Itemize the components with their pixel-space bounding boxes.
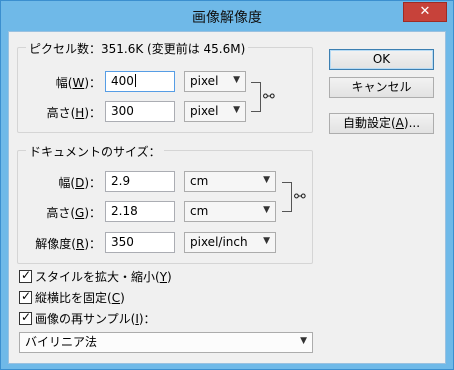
pixel-dimensions-heading: ピクセル数：351.6K (変更前は 45.6M) <box>26 40 249 57</box>
constrain-proportions-checkbox[interactable]: ✓ 縦横比を固定(C) <box>19 289 125 305</box>
link-icon: ⚯ <box>294 189 306 205</box>
close-icon: ✕ <box>419 4 431 19</box>
dialog-title: 画像解像度 <box>192 10 262 26</box>
link-icon: ⚯ <box>263 89 275 105</box>
doc-height-unit-select[interactable]: cm ▼ <box>184 201 276 222</box>
title-bar[interactable]: 画像解像度 ✕ <box>1 1 453 31</box>
doc-width-unit-select[interactable]: cm ▼ <box>184 171 276 192</box>
chevron-down-icon: ▼ <box>233 105 240 115</box>
doc-width-input[interactable]: 2.9 <box>105 171 175 192</box>
pixel-height-unit-select[interactable]: pixel ▼ <box>184 101 246 122</box>
pixel-width-unit-select[interactable]: pixel ▼ <box>184 71 246 92</box>
auto-button[interactable]: 自動設定(A)... <box>329 113 434 134</box>
chevron-down-icon: ▼ <box>263 175 270 185</box>
dialog-window: 画像解像度 ✕ ピクセル数：351.6K (変更前は 45.6M) 幅(W)： … <box>0 0 454 370</box>
checkmark-icon: ✓ <box>21 289 32 303</box>
chevron-down-icon: ▼ <box>233 75 240 85</box>
pixel-link-bracket <box>251 82 261 112</box>
doc-link-bracket <box>282 182 292 212</box>
pixel-height-label: 高さ(H)： <box>46 106 101 120</box>
dialog-client: ピクセル数：351.6K (変更前は 45.6M) 幅(W)： 400 pixe… <box>8 31 446 364</box>
checkmark-icon: ✓ <box>21 268 32 282</box>
resolution-input[interactable]: 350 <box>105 232 175 253</box>
resolution-label: 解像度(R)： <box>35 237 101 251</box>
document-size-heading: ドキュメントのサイズ： <box>26 143 164 160</box>
pixel-width-input[interactable]: 400 <box>105 71 175 92</box>
chevron-down-icon: ▼ <box>263 236 270 246</box>
doc-width-label: 幅(D)： <box>58 176 101 190</box>
chevron-down-icon: ▼ <box>300 336 307 346</box>
close-button[interactable]: ✕ <box>403 2 447 22</box>
resample-checkbox[interactable]: ✓ 画像の再サンプル(I)： <box>19 310 156 326</box>
ok-button[interactable]: OK <box>329 49 434 70</box>
resolution-unit-select[interactable]: pixel/inch ▼ <box>184 232 276 253</box>
chevron-down-icon: ▼ <box>263 205 270 215</box>
pixel-height-input[interactable]: 300 <box>105 101 175 122</box>
checkmark-icon: ✓ <box>21 310 32 324</box>
doc-height-label: 高さ(G)： <box>46 206 101 220</box>
cancel-button[interactable]: キャンセル <box>329 77 434 98</box>
doc-height-input[interactable]: 2.18 <box>105 201 175 222</box>
pixel-width-label: 幅(W)： <box>55 76 101 90</box>
resample-method-select[interactable]: バイリニア法 ▼ <box>19 332 313 353</box>
scale-styles-checkbox[interactable]: ✓ スタイルを拡大・縮小(Y) <box>19 268 172 284</box>
